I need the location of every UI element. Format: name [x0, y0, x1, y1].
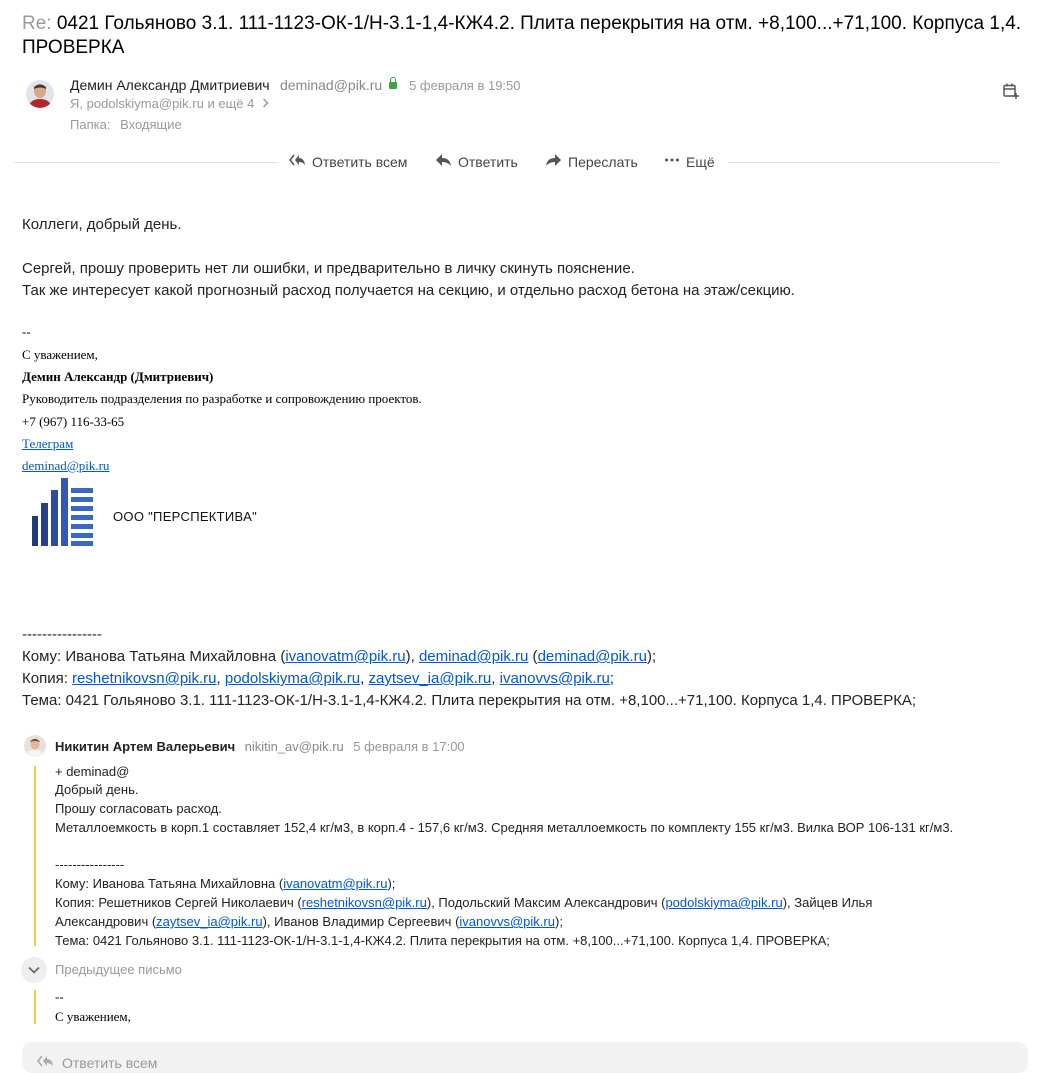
quoted-sender-line: Никитин Артем Валерьевич nikitin_av@pik.…	[55, 738, 465, 756]
forward-button[interactable]: Переслать	[545, 153, 638, 170]
fwd-to-email-3[interactable]: deminad@pik.ru	[538, 648, 647, 665]
body-line-2: Так же интересует какой прогнозный расхо…	[22, 282, 795, 299]
more-icon	[664, 153, 680, 170]
fwd-to-label: Кому:	[22, 648, 62, 665]
fwd-cc-email-4[interactable]: ivanovvs@pik.ru	[500, 670, 610, 687]
quoted-line-3: Прошу согласовать расход.	[55, 801, 222, 816]
sender-avatar[interactable]	[26, 80, 54, 108]
divider-right	[728, 162, 999, 163]
recipients-summary: Я, podolskiyma@pik.ru и ещё 4	[70, 96, 255, 111]
fwd-subject-line: Тема: 0421 Гольяново 3.1. 111-1123-ОК-1/…	[22, 692, 917, 709]
subject-prefix: Re:	[22, 13, 52, 34]
subject-text: 0421 Гольяново 3.1. 111-1123-ОК-1/Н-3.1-…	[22, 13, 1022, 58]
previous-quote-bar	[34, 990, 36, 1024]
quoted-cc-mid-2: ), Зайцев Илья	[782, 895, 873, 910]
fwd-to-email-2[interactable]: deminad@pik.ru	[419, 648, 528, 665]
body-greeting: Коллеги, добрый день.	[22, 216, 182, 233]
signature-dash: --	[22, 324, 31, 339]
quoted-cc-mid-3: ), Иванов Владимир Сергеевич (	[262, 914, 460, 929]
divider-left	[14, 162, 278, 163]
company-logo	[31, 478, 95, 553]
more-button[interactable]: Ещё	[664, 153, 715, 170]
quoted-to-email[interactable]: ivanovatm@pik.ru	[283, 876, 387, 891]
message-date: 5 февраля в 19:50	[409, 78, 521, 93]
quick-reply-label: Ответить всем	[62, 1054, 158, 1071]
chevron-right-icon	[262, 96, 269, 111]
quoted-to-line: Кому: Иванова Татьяна Михайловна (ivanov…	[55, 874, 395, 893]
company-name: ООО "ПЕРСПЕКТИВА"	[113, 509, 257, 524]
more-label: Ещё	[686, 153, 715, 170]
previous-regards: С уважением,	[55, 1009, 131, 1024]
folder-label: Папка:	[70, 117, 111, 132]
forward-label: Переслать	[568, 153, 638, 170]
lock-icon	[388, 77, 397, 89]
quoted-cc-line-2: Александрович (zaytsev_ia@pik.ru), Ивано…	[55, 912, 563, 931]
fwd-separator: ----------------	[22, 626, 102, 643]
fwd-cc-email-1[interactable]: reshetnikovsn@pik.ru	[72, 670, 216, 687]
quoted-sender-email[interactable]: nikitin_av@pik.ru	[245, 739, 344, 754]
body-line-1: Сергей, прошу проверить нет ли ошибки, и…	[22, 260, 635, 277]
quoted-cc-end: );	[554, 914, 563, 929]
quoted-line-1: + deminad@	[55, 764, 130, 779]
sender-line: Демин Александр Дмитриевич deminad@pik.r…	[70, 77, 521, 95]
quoted-subject-line: Тема: 0421 Гольяново 3.1. 111-1123-ОК-1/…	[55, 933, 830, 948]
quoted-to-prefix: Кому: Иванова Татьяна Михайловна (	[55, 876, 284, 891]
folder-value[interactable]: Входящие	[120, 117, 182, 132]
calendar-add-icon[interactable]	[1002, 82, 1020, 105]
sender-email[interactable]: deminad@pik.ru	[280, 77, 382, 93]
quote-bar	[34, 766, 36, 946]
reply-all-icon	[288, 153, 306, 170]
fwd-cc-email-3[interactable]: zaytsev_ia@pik.ru	[368, 670, 491, 687]
reply-all-icon	[36, 1054, 54, 1071]
signature-name: Демин Александр (Дмитриевич)	[22, 369, 214, 384]
chevron-down-icon	[28, 961, 40, 979]
quoted-to-end: );	[387, 876, 396, 891]
email-subject: Re: 0421 Гольяново 3.1. 111-1123-ОК-1/Н-…	[22, 12, 1042, 60]
reply-all-button[interactable]: Ответить всем	[288, 153, 408, 170]
recipients-toggle[interactable]: Я, podolskiyma@pik.ru и ещё 4	[70, 96, 269, 111]
quoted-cc-mid-1: ), Подольский Максим Александрович (	[426, 895, 666, 910]
fwd-cc-label: Копия:	[22, 670, 68, 687]
quick-reply-box[interactable]: Ответить всем	[22, 1042, 1028, 1073]
signature-regards: С уважением,	[22, 347, 98, 362]
previous-message-label[interactable]: Предыдущее письмо	[55, 962, 182, 977]
quoted-separator: ----------------	[55, 857, 125, 872]
folder-row: Папка: Входящие	[70, 117, 182, 132]
fwd-cc-email-2[interactable]: podolskiyma@pik.ru	[225, 670, 360, 687]
quick-reply-all[interactable]: Ответить всем	[36, 1054, 158, 1071]
quoted-cc-line2-prefix: Александрович (	[55, 914, 157, 929]
sender-name[interactable]: Демин Александр Дмитриевич	[70, 77, 270, 93]
reply-button[interactable]: Ответить	[435, 153, 518, 170]
reply-label: Ответить	[458, 153, 518, 170]
signature-email-text: deminad@pik.ru	[22, 458, 110, 473]
quoted-line-4: Металлоемкость в корп.1 составляет 152,4…	[55, 820, 954, 835]
fwd-cc-line: Копия: reshetnikovsn@pik.ru, podolskiyma…	[22, 670, 615, 687]
fwd-to-sep-2: (	[528, 648, 538, 665]
signature-email-link[interactable]: deminad@pik.ru	[22, 454, 109, 477]
forward-icon	[545, 153, 562, 170]
fwd-to-line: Кому: Иванова Татьяна Михайловна (ivanov…	[22, 646, 656, 668]
previous-dash: --	[55, 989, 64, 1004]
quoted-line-2: Добрый день.	[55, 782, 139, 797]
reply-icon	[435, 153, 452, 170]
quoted-cc-email-3[interactable]: zaytsev_ia@pik.ru	[156, 914, 262, 929]
quoted-cc-prefix: Копия: Решетников Сергей Николаевич (	[55, 895, 302, 910]
quoted-cc-line-1: Копия: Решетников Сергей Николаевич (res…	[55, 893, 872, 912]
telegram-link-text: Телеграм	[22, 436, 74, 451]
fwd-to-end: );	[647, 648, 657, 665]
signature-position: Руководитель подразделения по разработке…	[22, 391, 422, 406]
reply-all-label: Ответить всем	[312, 153, 408, 170]
signature-phone: +7 (967) 116-33-65	[22, 414, 125, 429]
quoted-cc-email-1[interactable]: reshetnikovsn@pik.ru	[302, 895, 427, 910]
signature-telegram-link[interactable]: Телеграм	[22, 432, 73, 455]
quoted-date: 5 февраля в 17:00	[353, 739, 465, 754]
fwd-to-email-1[interactable]: ivanovatm@pik.ru	[285, 648, 405, 665]
fwd-to-name: Иванова Татьяна Михайловна (	[61, 648, 286, 665]
quoted-sender-avatar[interactable]	[24, 735, 46, 757]
fwd-to-sep: ),	[405, 648, 419, 665]
quoted-cc-email-4[interactable]: ivanovvs@pik.ru	[459, 914, 555, 929]
quoted-cc-email-2[interactable]: podolskiyma@pik.ru	[665, 895, 782, 910]
quoted-sender-name[interactable]: Никитин Артем Валерьевич	[55, 739, 235, 754]
previous-message-toggle[interactable]	[21, 957, 47, 983]
